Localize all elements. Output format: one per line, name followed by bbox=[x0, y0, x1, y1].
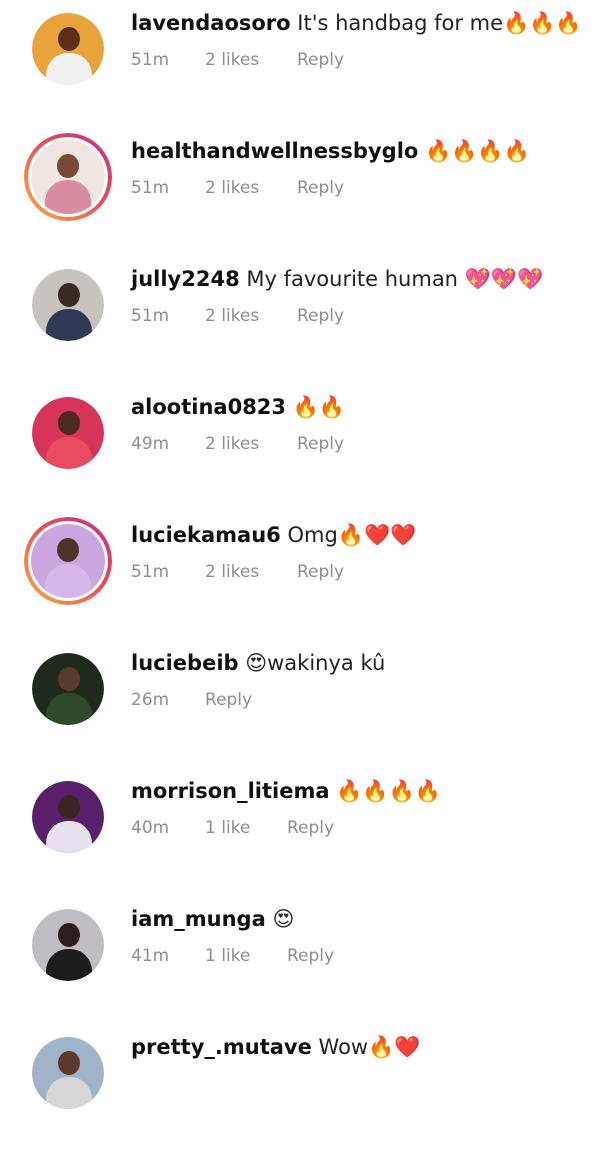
avatar[interactable] bbox=[32, 1037, 104, 1109]
comment-body: morrison_litiema 🔥🔥🔥🔥 bbox=[131, 778, 441, 804]
comment-item: jully2248 My favourite human 💖💖💖 51m 2 lik… bbox=[0, 256, 600, 384]
comment-time: 51m bbox=[131, 562, 170, 582]
comment-text: 🔥🔥🔥🔥 bbox=[425, 139, 530, 163]
comment-username[interactable]: lavendaosoro bbox=[131, 11, 291, 35]
avatar-image bbox=[31, 524, 105, 598]
comment-time: 51m bbox=[131, 306, 170, 326]
comment-item: iam_munga 😍 41m 1 like Reply bbox=[0, 896, 600, 1024]
comment-body: lavendaosoro It's handbag for me🔥🔥🔥 bbox=[131, 10, 582, 36]
avatar[interactable] bbox=[32, 269, 104, 341]
comment-likes[interactable]: 2 likes bbox=[205, 306, 259, 326]
comment-time: 49m bbox=[131, 434, 170, 454]
comment-body: iam_munga 😍 bbox=[131, 906, 294, 932]
reply-button[interactable]: Reply bbox=[297, 562, 344, 582]
comment-username[interactable]: pretty_.mutave bbox=[131, 1035, 312, 1059]
comment-username[interactable]: alootina0823 bbox=[131, 395, 286, 419]
reply-button[interactable]: Reply bbox=[287, 946, 334, 966]
comment-time: 26m bbox=[131, 690, 170, 710]
comment-likes[interactable]: 2 likes bbox=[205, 434, 259, 454]
comment-time: 51m bbox=[131, 178, 170, 198]
comment-time: 51m bbox=[131, 50, 170, 70]
comment-text: My favourite human 💖💖💖 bbox=[246, 267, 544, 291]
comment-text: 😍wakinya kû bbox=[245, 651, 386, 675]
avatar-image bbox=[31, 140, 105, 214]
reply-button[interactable]: Reply bbox=[297, 178, 344, 198]
comment-text: Wow🔥❤️ bbox=[318, 1035, 421, 1059]
avatar-story-ring[interactable] bbox=[24, 133, 112, 221]
comment-username[interactable]: luciekamau6 bbox=[131, 523, 281, 547]
comment-body: jully2248 My favourite human 💖💖💖 bbox=[131, 266, 543, 292]
comment-username[interactable]: luciebeib bbox=[131, 651, 239, 675]
comment-username[interactable]: morrison_litiema bbox=[131, 779, 330, 803]
comment-text: Omg🔥❤️❤️ bbox=[287, 523, 417, 547]
comment-item: healthandwellnessbyglo 🔥🔥🔥🔥 51m 2 likes Rep… bbox=[0, 128, 600, 256]
comment-body: pretty_.mutave Wow🔥❤️ bbox=[131, 1034, 420, 1060]
avatar-image bbox=[32, 397, 104, 469]
comment-item: morrison_litiema 🔥🔥🔥🔥 40m 1 like Reply bbox=[0, 768, 600, 896]
comment-item: lavendaosoro It's handbag for me🔥🔥🔥 51m 2 … bbox=[0, 0, 600, 128]
comment-text: 🔥🔥🔥🔥 bbox=[336, 779, 441, 803]
avatar-image bbox=[32, 653, 104, 725]
comment-time: 41m bbox=[131, 946, 170, 966]
avatar[interactable] bbox=[32, 13, 104, 85]
reply-button[interactable]: Reply bbox=[297, 306, 344, 326]
comment-item: alootina0823 🔥🔥 49m 2 likes Reply bbox=[0, 384, 600, 512]
comment-likes[interactable]: 1 like bbox=[205, 818, 250, 838]
avatar-image bbox=[32, 1037, 104, 1109]
avatar-image bbox=[32, 269, 104, 341]
comment-text: 🔥🔥 bbox=[292, 395, 346, 419]
avatar[interactable] bbox=[32, 909, 104, 981]
comment-likes[interactable]: 1 like bbox=[205, 946, 250, 966]
avatar[interactable] bbox=[32, 397, 104, 469]
reply-button[interactable]: Reply bbox=[297, 50, 344, 70]
reply-button[interactable]: Reply bbox=[297, 434, 344, 454]
reply-button[interactable]: Reply bbox=[287, 818, 334, 838]
comment-username[interactable]: healthandwellnessbyglo bbox=[131, 139, 418, 163]
avatar-image bbox=[32, 13, 104, 85]
comment-body: luciekamau6 Omg🔥❤️❤️ bbox=[131, 522, 416, 548]
avatar-image bbox=[32, 909, 104, 981]
comment-username[interactable]: jully2248 bbox=[131, 267, 240, 291]
comment-username[interactable]: iam_munga bbox=[131, 907, 266, 931]
comment-body: alootina0823 🔥🔥 bbox=[131, 394, 345, 420]
comment-likes[interactable]: 2 likes bbox=[205, 178, 259, 198]
comment-item: luciekamau6 Omg🔥❤️❤️ 51m 2 likes Reply bbox=[0, 512, 600, 640]
comment-likes[interactable]: 2 likes bbox=[205, 562, 259, 582]
comment-text: 😍 bbox=[272, 907, 295, 931]
comment-likes[interactable]: 2 likes bbox=[205, 50, 259, 70]
avatar[interactable] bbox=[32, 781, 104, 853]
comment-text: It's handbag for me🔥🔥🔥 bbox=[297, 11, 582, 35]
comment-item: luciebeib 😍wakinya kû 26m Reply bbox=[0, 640, 600, 768]
comment-item: pretty_.mutave Wow🔥❤️ bbox=[0, 1024, 600, 1152]
comment-body: luciebeib 😍wakinya kû bbox=[131, 650, 385, 676]
avatar-image bbox=[32, 781, 104, 853]
avatar[interactable] bbox=[32, 653, 104, 725]
comment-body: healthandwellnessbyglo 🔥🔥🔥🔥 bbox=[131, 138, 530, 164]
comment-time: 40m bbox=[131, 818, 170, 838]
reply-button[interactable]: Reply bbox=[205, 690, 252, 710]
avatar-story-ring[interactable] bbox=[24, 517, 112, 605]
